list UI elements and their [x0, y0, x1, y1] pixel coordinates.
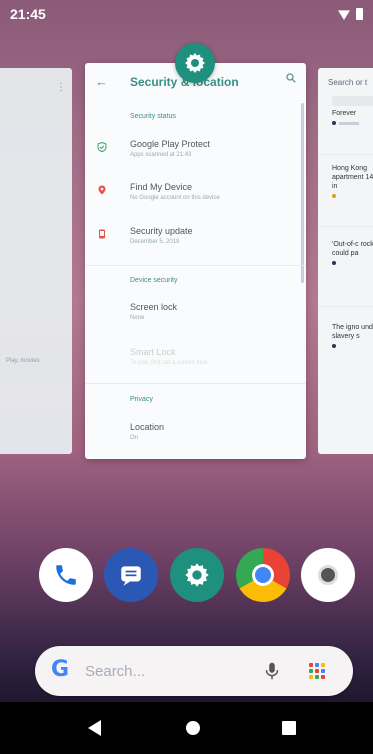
recent-app-card-settings[interactable]: ← Security & location Security status Go…: [85, 63, 306, 459]
scrollbar[interactable]: [301, 103, 304, 283]
apps-grid-icon[interactable]: [309, 663, 325, 679]
nav-recents-icon[interactable]: [282, 721, 296, 735]
camera-icon: [318, 565, 338, 585]
microphone-icon[interactable]: [261, 660, 283, 682]
news-item: 'Out-of-c rocket fal could pa: [332, 240, 373, 265]
nav-back-icon[interactable]: [88, 720, 101, 736]
wifi-icon: [338, 10, 350, 20]
back-arrow-icon[interactable]: ←: [95, 74, 108, 89]
status-bar: 21:45: [0, 0, 373, 28]
right-card-search: Search or t: [328, 78, 368, 87]
google-g-icon: G: [51, 657, 70, 682]
left-card-text: Play, movies: [6, 358, 40, 364]
news-item: Hong Kong apartment 14-year in: [332, 164, 373, 198]
shield-check-icon: [97, 142, 107, 152]
recent-app-card-right[interactable]: Search or t Forever Hong Kong apartment …: [318, 68, 373, 454]
settings-row-security-update[interactable]: Security update December 5, 2019: [130, 226, 295, 245]
chrome-app-icon[interactable]: [236, 548, 290, 602]
location-pin-icon: [98, 185, 106, 195]
section-header: Privacy: [130, 396, 153, 403]
settings-row-location[interactable]: Location On: [130, 422, 295, 441]
settings-app-icon[interactable]: [175, 43, 215, 83]
google-search-bar[interactable]: G Search...: [35, 646, 353, 696]
messages-app-icon[interactable]: [104, 548, 158, 602]
section-header: Device security: [130, 277, 178, 284]
settings-row-screen-lock[interactable]: Screen lock None: [130, 302, 295, 321]
battery-icon: [356, 8, 363, 20]
dock: [0, 548, 373, 606]
phone-update-icon: [99, 229, 105, 239]
navigation-bar: [0, 702, 373, 754]
phone-app-icon[interactable]: [39, 548, 93, 602]
settings-row-play-protect[interactable]: Google Play Protect Apps scanned at 21:4…: [130, 139, 295, 158]
news-item: The igno undermin slavery s: [332, 323, 373, 348]
status-icons: [338, 8, 363, 20]
divider: [85, 265, 306, 266]
overflow-menu-icon: ⋮: [56, 82, 66, 93]
camera-app-icon[interactable]: [301, 548, 355, 602]
search-placeholder: Search...: [85, 663, 146, 680]
gear-icon: [185, 53, 205, 73]
gear-icon: [185, 563, 209, 587]
nav-home-icon[interactable]: [186, 721, 200, 735]
chrome-icon: [252, 564, 274, 586]
message-icon: [121, 566, 141, 586]
clock: 21:45: [10, 6, 46, 22]
phone-icon: [56, 565, 76, 585]
search-icon[interactable]: [286, 73, 296, 83]
settings-dock-icon[interactable]: [170, 548, 224, 602]
recent-app-card-left[interactable]: ⋮ Play, movies: [0, 68, 72, 454]
divider: [85, 383, 306, 384]
settings-row-smart-lock: Smart Lock To use, first set a screen lo…: [130, 347, 208, 366]
settings-row-find-my-device[interactable]: Find My Device No Google account on this…: [130, 182, 295, 201]
news-item: Forever: [332, 96, 373, 125]
section-header: Security status: [130, 113, 176, 120]
